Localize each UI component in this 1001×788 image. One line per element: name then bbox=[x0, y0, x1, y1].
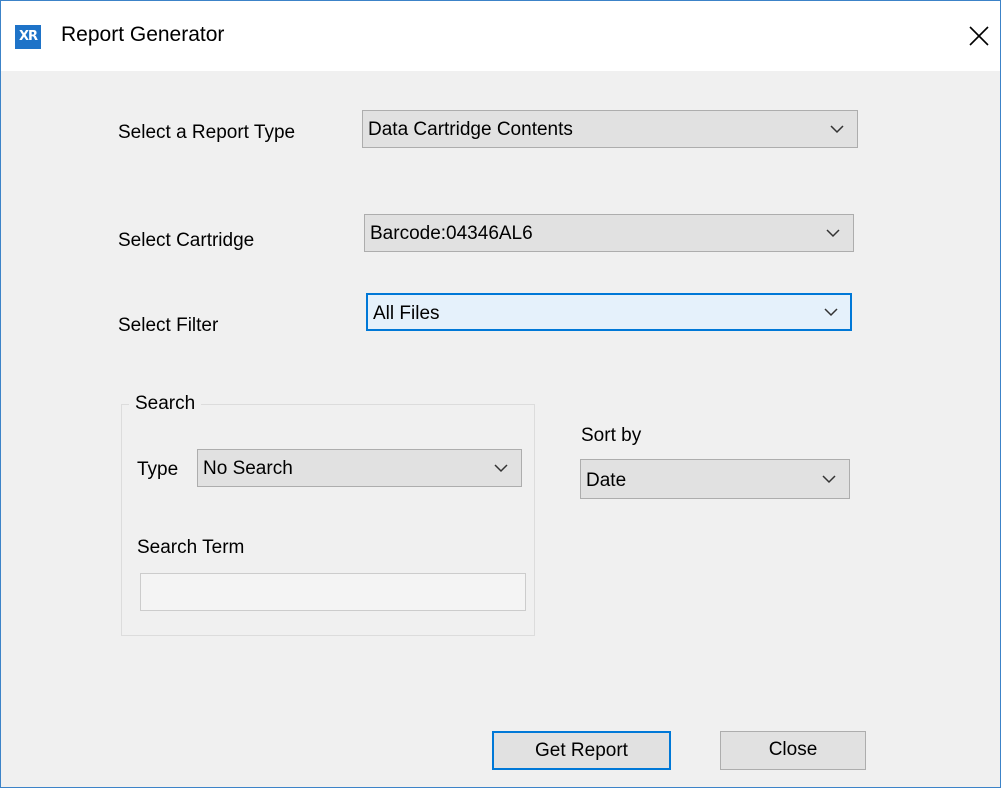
close-window-button[interactable] bbox=[957, 15, 999, 57]
search-term-input[interactable] bbox=[140, 573, 526, 611]
filter-label: Select Filter bbox=[118, 315, 219, 336]
close-button[interactable]: Close bbox=[720, 731, 866, 770]
sort-by-label: Sort by bbox=[581, 425, 642, 446]
cartridge-value: Barcode:04346AL6 bbox=[370, 223, 533, 244]
close-icon bbox=[969, 26, 989, 46]
cartridge-label: Select Cartridge bbox=[118, 230, 255, 251]
get-report-button[interactable]: Get Report bbox=[492, 731, 671, 770]
search-type-value: No Search bbox=[203, 458, 293, 479]
chevron-down-icon bbox=[826, 229, 840, 238]
window-title: Report Generator bbox=[61, 23, 225, 46]
chevron-down-icon bbox=[824, 308, 838, 317]
search-term-label: Search Term bbox=[137, 537, 245, 558]
search-type-label: Type bbox=[137, 459, 179, 480]
report-type-value: Data Cartridge Contents bbox=[368, 119, 573, 140]
cartridge-select[interactable]: Barcode:04346AL6 bbox=[364, 214, 854, 252]
chevron-down-icon bbox=[830, 125, 844, 134]
search-type-select[interactable]: No Search bbox=[197, 449, 522, 487]
search-group-label: Search bbox=[129, 393, 202, 415]
filter-value: All Files bbox=[373, 303, 440, 324]
sort-by-select[interactable]: Date bbox=[580, 459, 850, 499]
filter-select[interactable]: All Files bbox=[366, 293, 852, 331]
chevron-down-icon bbox=[822, 475, 836, 484]
report-type-select[interactable]: Data Cartridge Contents bbox=[362, 110, 858, 148]
app-logo-icon: XR bbox=[15, 25, 41, 49]
sort-by-value: Date bbox=[586, 470, 627, 491]
title-bar: XR Report Generator bbox=[1, 1, 1000, 71]
report-generator-window: XR Report Generator Select a Report Type… bbox=[0, 0, 1001, 788]
chevron-down-icon bbox=[494, 464, 508, 473]
report-type-label: Select a Report Type bbox=[118, 122, 296, 143]
